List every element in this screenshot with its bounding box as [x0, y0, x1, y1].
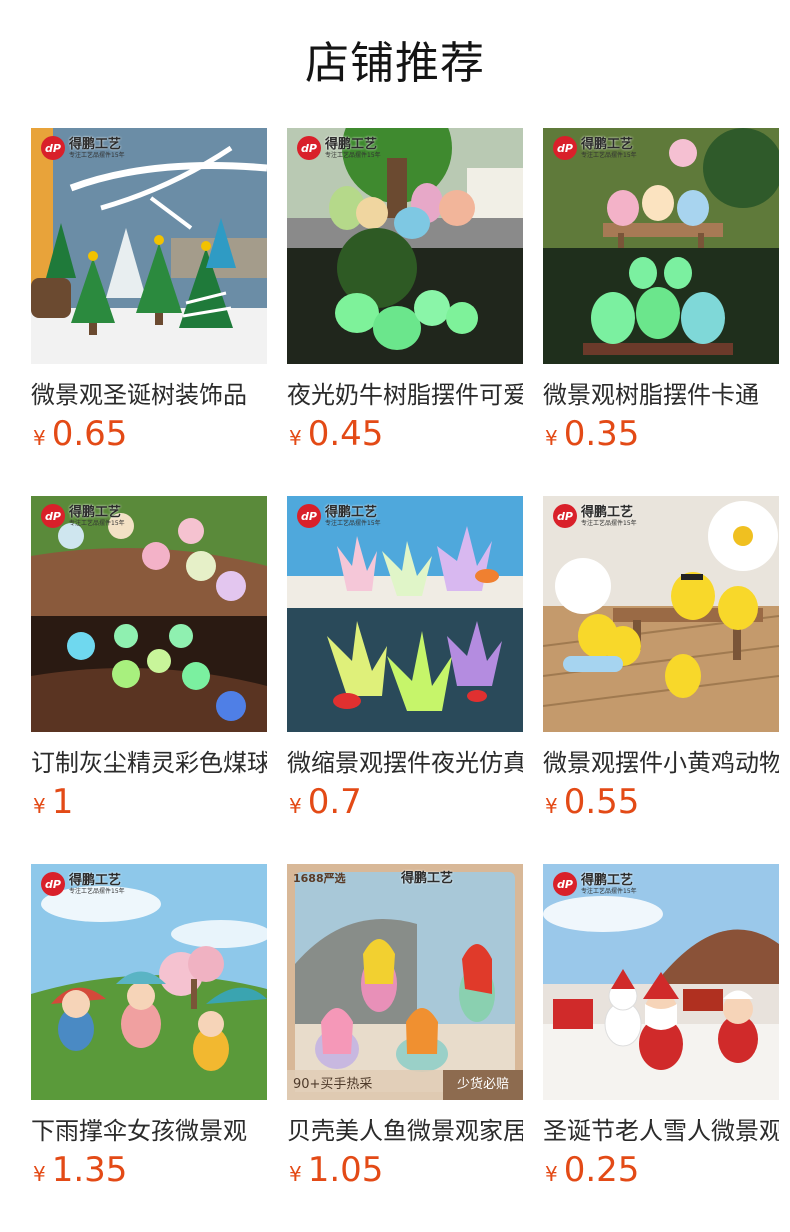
price-value: 1.35 — [51, 1150, 128, 1190]
price-value: 0.65 — [51, 414, 128, 454]
product-price: ¥ 0.25 — [543, 1150, 779, 1190]
product-card[interactable]: dP 得鹏工艺 专注工艺品摆件15年 订制灰尘精灵彩色煤球 ¥ 1 — [31, 496, 267, 864]
product-name[interactable]: 微景观圣诞树装饰品 — [31, 378, 267, 412]
product-name[interactable]: 贝壳美人鱼微景观家居 — [287, 1114, 523, 1148]
price-value: 0.55 — [563, 782, 640, 822]
price-value: 1.05 — [307, 1150, 384, 1190]
price-value: 0.45 — [307, 414, 384, 454]
product-image-umbrella-kids[interactable]: dP 得鹏工艺 专注工艺品摆件15年 — [31, 864, 267, 1100]
price-value: 1 — [51, 782, 74, 822]
promo-compensation: 少货必赔 — [442, 1070, 523, 1100]
brand-logo-icon: dP — [41, 504, 65, 528]
product-image-glow-birds[interactable]: dP 得鹏工艺 专注工艺品摆件15年 — [543, 128, 779, 364]
brand-logo-icon: dP — [297, 504, 321, 528]
product-image-santa-snowman[interactable]: dP 得鹏工艺 专注工艺品摆件15年 — [543, 864, 779, 1100]
product-price: ¥ 0.65 — [31, 414, 267, 454]
currency-symbol: ¥ — [289, 1162, 302, 1186]
product-price: ¥ 0.7 — [287, 782, 523, 822]
product-card[interactable]: dP 得鹏工艺 专注工艺品摆件15年 夜光奶牛树脂摆件可爱 ¥ 0.45 — [287, 128, 523, 496]
page-title: 店铺推荐 — [305, 38, 485, 89]
product-price: ¥ 0.55 — [543, 782, 779, 822]
product-card[interactable]: dP 得鹏工艺 专注工艺品摆件15年 微景观树脂摆件卡通 ¥ 0.35 — [543, 128, 779, 496]
product-card[interactable]: dP 得鹏工艺 专注工艺品摆件15年 圣诞节老人雪人微景观 ¥ 0.25 — [543, 864, 779, 1232]
brand-logo: dP 得鹏工艺 专注工艺品摆件15年 — [41, 872, 125, 896]
product-card[interactable]: 得鹏工艺 1688严选 90+买手热采 少货必赔 贝壳美人鱼微景观家居 ¥ 1.… — [287, 864, 523, 1232]
brand-logo-icon: dP — [553, 872, 577, 896]
brand-logo: dP 得鹏工艺 专注工艺品摆件15年 — [297, 504, 381, 528]
product-price: ¥ 0.45 — [287, 414, 523, 454]
currency-symbol: ¥ — [545, 794, 558, 818]
price-value: 0.7 — [307, 782, 362, 822]
currency-symbol: ¥ — [545, 426, 558, 450]
product-image-mermaids[interactable]: 得鹏工艺 1688严选 90+买手热采 少货必赔 — [287, 864, 523, 1100]
price-value: 0.35 — [563, 414, 640, 454]
product-card[interactable]: dP 得鹏工艺 专注工艺品摆件15年 微景观圣诞树装饰品 ¥ 0.65 — [31, 128, 267, 496]
product-price: ¥ 1.35 — [31, 1150, 267, 1190]
brand-logo-icon: dP — [553, 136, 577, 160]
brand-logo-icon: dP — [297, 136, 321, 160]
brand-logo: dP 得鹏工艺 专注工艺品摆件15年 — [297, 136, 381, 160]
product-image-christmas-trees[interactable]: dP 得鹏工艺 专注工艺品摆件15年 — [31, 128, 267, 364]
brand-logo-icon: dP — [41, 136, 65, 160]
currency-symbol: ¥ — [545, 1162, 558, 1186]
product-name[interactable]: 微景观树脂摆件卡通 — [543, 378, 779, 412]
brand-logo: dP 得鹏工艺 专注工艺品摆件15年 — [41, 504, 125, 528]
product-name[interactable]: 微缩景观摆件夜光仿真 — [287, 746, 523, 780]
product-grid: dP 得鹏工艺 专注工艺品摆件15年 微景观圣诞树装饰品 ¥ 0.65 dP 得… — [31, 128, 779, 1232]
currency-symbol: ¥ — [33, 1162, 46, 1186]
product-card[interactable]: dP 得鹏工艺 专注工艺品摆件15年 微景观摆件小黄鸡动物 ¥ 0.55 — [543, 496, 779, 864]
brand-logo: dP 得鹏工艺 专注工艺品摆件15年 — [41, 136, 125, 160]
brand-logo: 得鹏工艺 — [400, 871, 453, 886]
currency-symbol: ¥ — [33, 794, 46, 818]
product-price: ¥ 1.05 — [287, 1150, 523, 1190]
product-image-yellow-chicks[interactable]: dP 得鹏工艺 专注工艺品摆件15年 — [543, 496, 779, 732]
product-image-glow-coral[interactable]: dP 得鹏工艺 专注工艺品摆件15年 — [287, 496, 523, 732]
product-image-glow-cows[interactable]: dP 得鹏工艺 专注工艺品摆件15年 — [287, 128, 523, 364]
product-name[interactable]: 下雨撑伞女孩微景观 — [31, 1114, 267, 1148]
yanxuan-badge: 1688严选 — [293, 872, 346, 885]
product-price: ¥ 0.35 — [543, 414, 779, 454]
brand-logo-icon: dP — [553, 504, 577, 528]
product-price: ¥ 1 — [31, 782, 267, 822]
product-name[interactable]: 圣诞节老人雪人微景观 — [543, 1114, 779, 1148]
brand-logo-icon: dP — [41, 872, 65, 896]
product-image-dust-sprites[interactable]: dP 得鹏工艺 专注工艺品摆件15年 — [31, 496, 267, 732]
brand-logo: dP 得鹏工艺 专注工艺品摆件15年 — [553, 136, 637, 160]
product-name[interactable]: 夜光奶牛树脂摆件可爱 — [287, 378, 523, 412]
brand-logo: dP 得鹏工艺 专注工艺品摆件15年 — [553, 872, 637, 896]
currency-symbol: ¥ — [289, 426, 302, 450]
currency-symbol: ¥ — [33, 426, 46, 450]
price-value: 0.25 — [563, 1150, 640, 1190]
currency-symbol: ¥ — [289, 794, 302, 818]
product-card[interactable]: dP 得鹏工艺 专注工艺品摆件15年 微缩景观摆件夜光仿真 ¥ 0.7 — [287, 496, 523, 864]
product-card[interactable]: dP 得鹏工艺 专注工艺品摆件15年 下雨撑伞女孩微景观 ¥ 1.35 — [31, 864, 267, 1232]
product-name[interactable]: 订制灰尘精灵彩色煤球 — [31, 746, 267, 780]
brand-logo: dP 得鹏工艺 专注工艺品摆件15年 — [553, 504, 637, 528]
product-name[interactable]: 微景观摆件小黄鸡动物 — [543, 746, 779, 780]
shop-recommendations-page: 店铺推荐 dP 得鹏工艺 专注工艺品摆件15年 微景观圣诞树装饰品 ¥ 0.65… — [0, 0, 790, 1232]
